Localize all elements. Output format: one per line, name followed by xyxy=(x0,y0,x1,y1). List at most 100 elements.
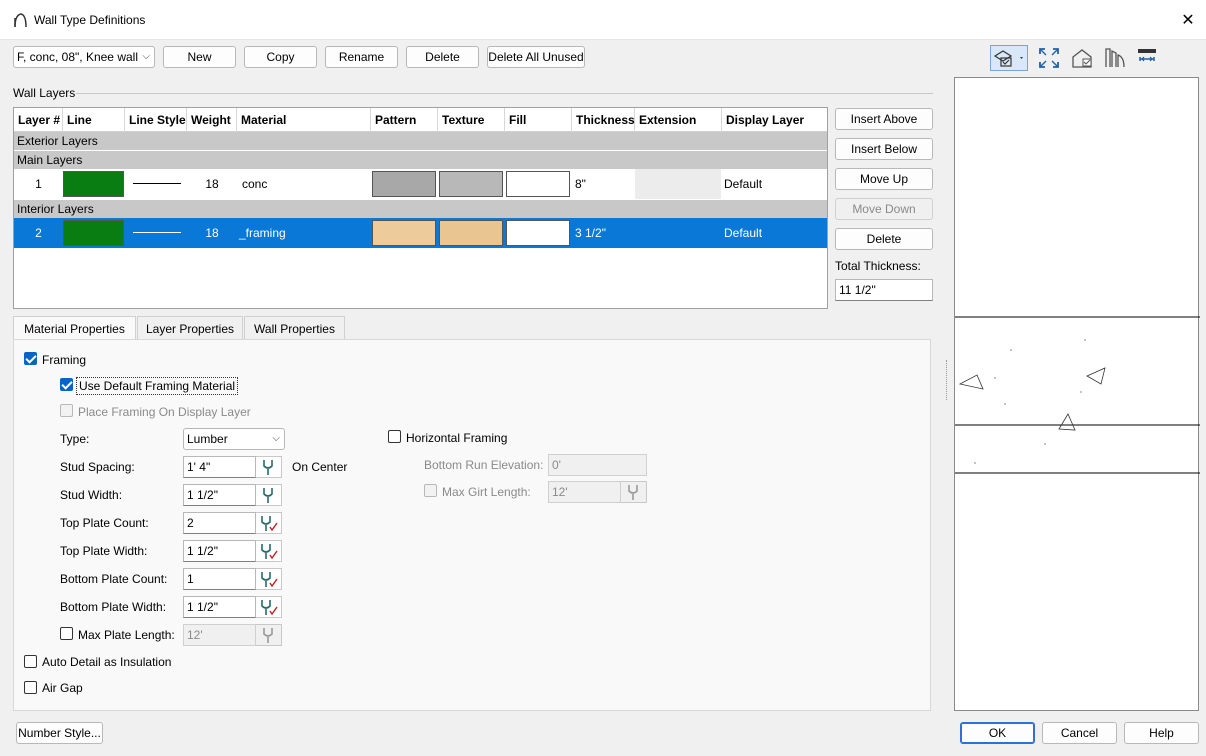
wall-type-select[interactable]: F, conc, 08", Knee wall ⌵ xyxy=(13,46,155,68)
column-header[interactable]: Extension xyxy=(635,108,722,132)
insert-below-button[interactable]: Insert Below xyxy=(835,138,933,160)
fill-swatch[interactable] xyxy=(506,220,570,246)
place-framing-display-label: Place Framing On Display Layer xyxy=(78,405,251,419)
close-icon[interactable]: ✕ xyxy=(1178,10,1198,30)
move-up-button[interactable]: Move Up xyxy=(835,168,933,190)
use-default-framing-checkbox[interactable] xyxy=(60,378,73,391)
display-layer-cell[interactable]: Default xyxy=(724,169,824,199)
column-header[interactable]: Fill xyxy=(505,108,572,132)
column-header[interactable]: Material xyxy=(237,108,371,132)
max-plate-length-input[interactable]: 12' xyxy=(183,624,256,646)
insert-above-button[interactable]: Insert Above xyxy=(835,108,933,130)
auto-detail-insulation-checkbox[interactable] xyxy=(24,655,37,668)
material-cell[interactable]: _framing xyxy=(239,218,370,248)
tab-wall-properties[interactable]: Wall Properties xyxy=(244,316,345,340)
ok-button[interactable]: OK xyxy=(960,722,1035,744)
group-row-main: Main Layers xyxy=(14,151,827,169)
wall-layers-label: Wall Layers xyxy=(13,86,76,100)
default-value-check-icon xyxy=(261,516,278,532)
dimension-button[interactable] xyxy=(1134,45,1160,71)
tab-layer-properties[interactable]: Layer Properties xyxy=(137,316,243,340)
delete-wall-type-button[interactable]: Delete xyxy=(406,46,479,68)
delete-layer-button[interactable]: Delete xyxy=(835,228,933,250)
bottom-run-elevation-input[interactable]: 0' xyxy=(548,454,647,476)
window-title: Wall Type Definitions xyxy=(34,13,146,27)
cancel-button[interactable]: Cancel xyxy=(1042,722,1117,744)
line-color-swatch[interactable] xyxy=(63,220,124,246)
wall-preview-pane[interactable] xyxy=(954,77,1200,711)
top-plate-count-input[interactable]: 2 xyxy=(183,512,256,534)
view-options-button[interactable] xyxy=(990,45,1028,71)
number-style-button[interactable]: Number Style... xyxy=(16,722,103,744)
pattern-swatch[interactable] xyxy=(372,171,436,197)
bottom-plate-width-input[interactable]: 1 1/2" xyxy=(183,596,256,618)
max-girt-length-default-button[interactable] xyxy=(621,481,647,503)
thickness-cell[interactable]: 8" xyxy=(575,169,635,199)
line-style-cell[interactable] xyxy=(125,218,187,248)
wall-preview-drawing xyxy=(955,316,1200,474)
column-header[interactable]: Weight xyxy=(187,108,237,132)
air-gap-checkbox[interactable] xyxy=(24,681,37,694)
place-framing-display-checkbox[interactable] xyxy=(60,404,73,417)
divider xyxy=(76,93,933,94)
fill-swatch[interactable] xyxy=(506,171,570,197)
tab-material-properties[interactable]: Material Properties xyxy=(13,316,136,341)
max-plate-length-checkbox[interactable] xyxy=(60,627,73,640)
dimension-icon xyxy=(1138,49,1156,62)
stud-spacing-label: Stud Spacing: xyxy=(60,460,135,474)
bottom-plate-count-default-button[interactable] xyxy=(256,568,282,590)
top-plate-width-input[interactable]: 1 1/2" xyxy=(183,540,256,562)
help-button[interactable]: Help xyxy=(1124,722,1199,744)
splitter-handle[interactable] xyxy=(946,360,949,400)
thickness-cell[interactable]: 3 1/2" xyxy=(575,218,635,248)
table-row[interactable]: 1 18 conc 8" Default xyxy=(14,169,827,199)
line-color-swatch[interactable] xyxy=(63,171,124,197)
stud-width-label: Stud Width: xyxy=(60,488,123,502)
material-cell[interactable]: conc xyxy=(242,169,370,199)
default-value-icon xyxy=(263,460,273,475)
3d-view-button[interactable] xyxy=(1070,45,1096,71)
framing-type-select[interactable]: Lumber ⌵ xyxy=(183,428,285,450)
bottom-plate-count-input[interactable]: 1 xyxy=(183,568,256,590)
top-plate-width-label: Top Plate Width: xyxy=(60,544,148,558)
weight-cell[interactable]: 18 xyxy=(187,169,237,199)
delete-all-unused-button[interactable]: Delete All Unused xyxy=(487,46,585,68)
top-plate-count-default-button[interactable] xyxy=(256,512,282,534)
column-header[interactable]: Line Style xyxy=(125,108,187,132)
column-header[interactable]: Texture xyxy=(438,108,505,132)
pattern-swatch[interactable] xyxy=(372,220,436,246)
wall-detail-button[interactable] xyxy=(1102,45,1128,71)
texture-swatch[interactable] xyxy=(439,171,503,197)
column-header[interactable]: Display Layer xyxy=(722,108,827,132)
bottom-plate-width-default-button[interactable] xyxy=(256,596,282,618)
max-girt-length-checkbox[interactable] xyxy=(424,484,437,497)
move-down-button[interactable]: Move Down xyxy=(835,198,933,220)
weight-cell[interactable]: 18 xyxy=(187,218,237,248)
line-style-cell[interactable] xyxy=(125,169,187,199)
fill-window-button[interactable] xyxy=(1036,45,1062,71)
column-header[interactable]: Pattern xyxy=(371,108,438,132)
column-header[interactable]: Layer # xyxy=(14,108,63,132)
horizontal-framing-label: Horizontal Framing xyxy=(406,431,508,445)
bottom-plate-count-label: Bottom Plate Count: xyxy=(60,572,168,586)
horizontal-framing-checkbox[interactable] xyxy=(388,430,401,443)
display-layer-cell[interactable]: Default xyxy=(724,218,824,248)
framing-type-value: Lumber xyxy=(187,432,228,446)
texture-swatch[interactable] xyxy=(439,220,503,246)
table-row-selected[interactable]: 2 18 _framing 3 1/2" Default xyxy=(14,218,827,248)
stud-spacing-default-button[interactable] xyxy=(256,456,282,478)
stud-spacing-input[interactable]: 1' 4" xyxy=(183,456,256,478)
default-value-icon xyxy=(263,488,273,503)
column-header[interactable]: Thickness xyxy=(572,108,635,132)
new-button[interactable]: New xyxy=(163,46,236,68)
rename-button[interactable]: Rename xyxy=(325,46,398,68)
max-girt-length-input[interactable]: 12' xyxy=(548,481,621,503)
framing-checkbox[interactable] xyxy=(24,352,37,365)
stud-width-input[interactable]: 1 1/2" xyxy=(183,484,256,506)
house-icon xyxy=(1072,49,1092,68)
copy-button[interactable]: Copy xyxy=(244,46,317,68)
column-header[interactable]: Line Color xyxy=(63,108,125,151)
max-plate-length-default-button[interactable] xyxy=(256,624,282,646)
top-plate-width-default-button[interactable] xyxy=(256,540,282,562)
stud-width-default-button[interactable] xyxy=(256,484,282,506)
